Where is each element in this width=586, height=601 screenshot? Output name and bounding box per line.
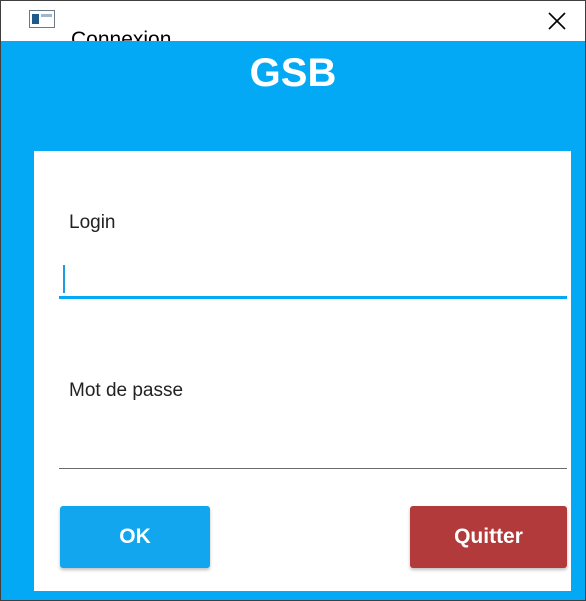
app-title: GSB [249, 51, 337, 95]
login-label: Login [69, 212, 116, 233]
window-app-icon [29, 10, 55, 28]
text-caret [63, 265, 65, 293]
password-label: Mot de passe [69, 380, 184, 401]
close-icon [548, 12, 566, 30]
quit-button[interactable]: Quitter [410, 506, 567, 568]
close-button[interactable] [529, 1, 585, 41]
title-bar: Connexion [1, 1, 585, 50]
login-input[interactable] [59, 259, 567, 299]
login-window: Connexion GSB Login Mot de passe OK Quit… [0, 0, 586, 601]
ok-button[interactable]: OK [60, 506, 210, 568]
password-input[interactable] [59, 429, 567, 469]
